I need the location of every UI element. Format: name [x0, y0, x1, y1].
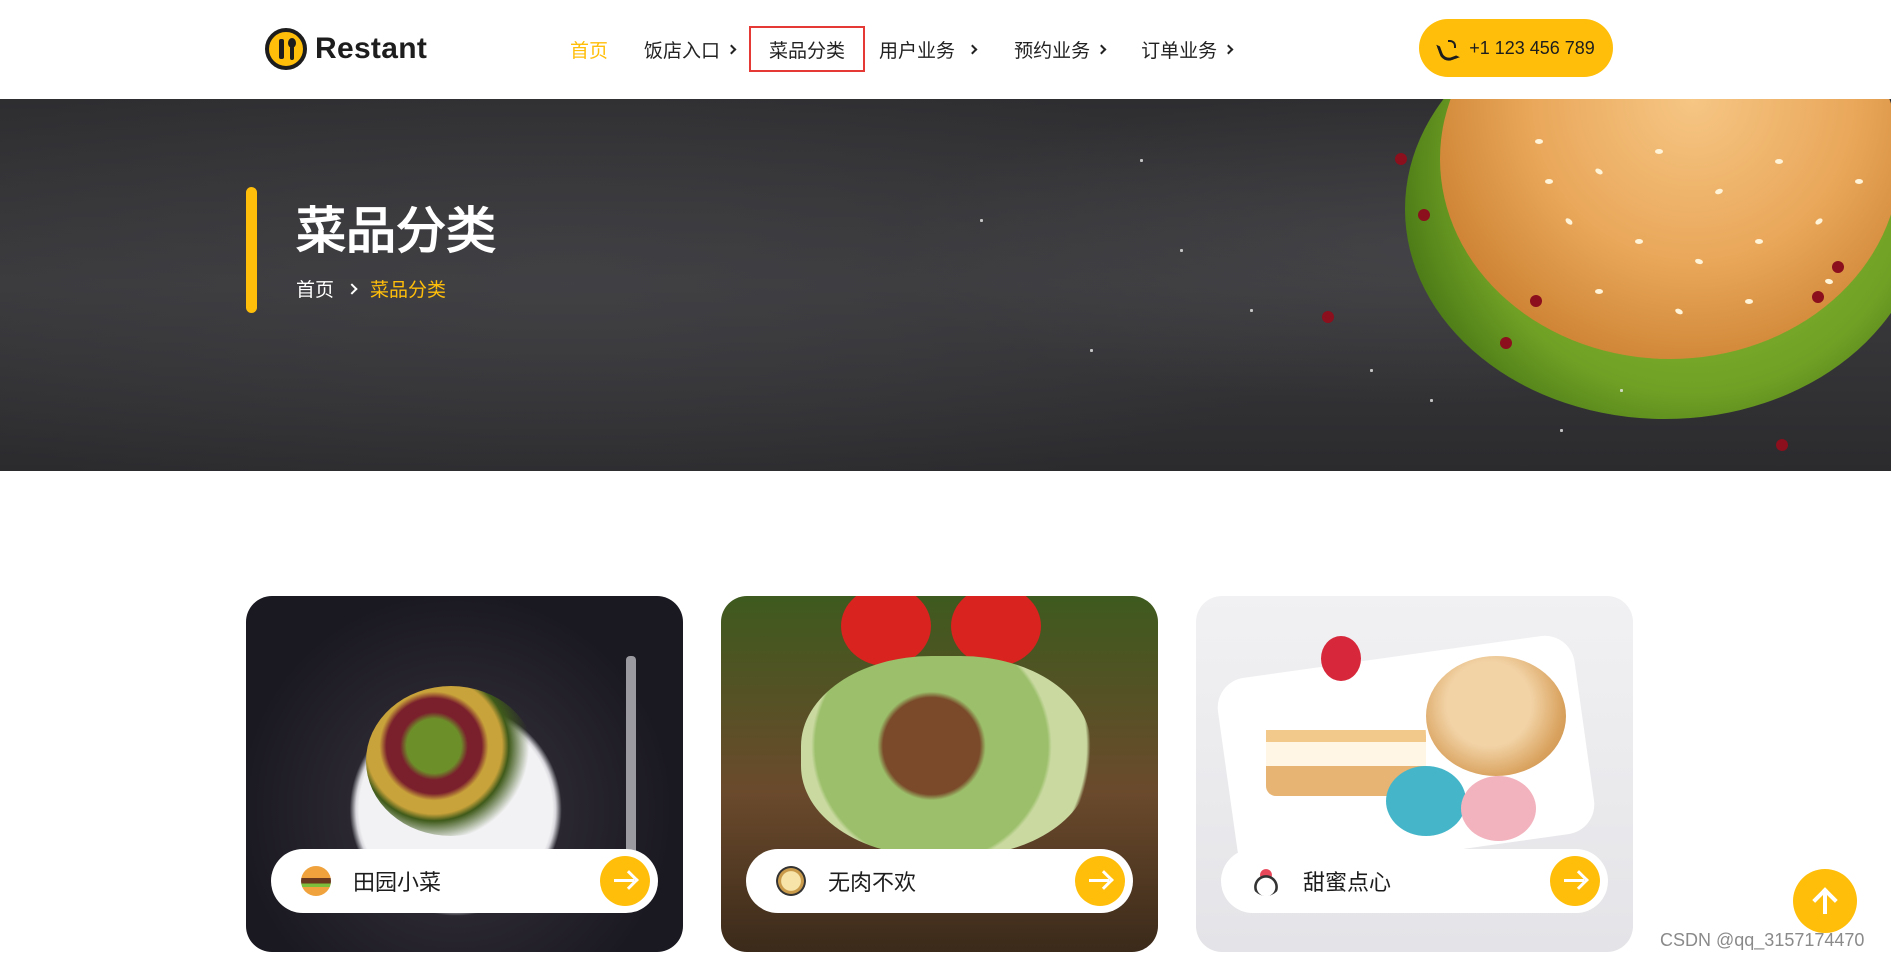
chevron-down-icon	[1223, 44, 1234, 54]
chevron-right-icon	[346, 282, 358, 295]
logo[interactable]: Restant	[265, 28, 427, 70]
scroll-to-top-button[interactable]	[1793, 869, 1857, 933]
watermark: CSDN @qq_3157174470	[1660, 930, 1865, 950]
pizza-icon	[776, 866, 806, 896]
page-title: 菜品分类	[296, 201, 496, 260]
nav-item-label: 用户业务	[879, 39, 956, 62]
arrow-right-icon[interactable]	[1075, 856, 1125, 906]
breadcrumb: 首页 菜品分类	[296, 275, 446, 302]
nav-item-order[interactable]: 订单业务	[1141, 28, 1234, 70]
chevron-down-icon	[967, 44, 978, 54]
burger-icon	[301, 866, 331, 896]
chevron-down-icon	[1096, 44, 1107, 54]
category-name: 无肉不欢	[828, 871, 917, 896]
nav-item-label: 饭店入口	[644, 39, 721, 62]
burger-image	[1395, 99, 1891, 439]
phone-icon	[1437, 38, 1457, 58]
arrow-right-icon[interactable]	[1550, 856, 1600, 906]
nav-item-reservation[interactable]: 预约业务	[1014, 28, 1107, 70]
phone-button[interactable]: +1 123 456 789	[1419, 19, 1613, 77]
phone-number: +1 123 456 789	[1469, 37, 1595, 58]
nav-item-user[interactable]: 用户业务	[879, 28, 978, 70]
nav-item-home[interactable]: 首页	[570, 28, 608, 70]
nav-item-dish-categories[interactable]: 菜品分类	[749, 26, 866, 72]
brand-name: Restant	[315, 32, 428, 65]
category-label: 无肉不欢	[746, 849, 1133, 913]
category-cards: 田园小菜 无肉不欢 甜蜜点心	[246, 596, 1633, 952]
category-label: 甜蜜点心	[1221, 849, 1608, 913]
category-name: 甜蜜点心	[1303, 871, 1392, 896]
category-card[interactable]: 田园小菜	[246, 596, 683, 952]
nav-item-restaurant[interactable]: 饭店入口	[644, 28, 737, 70]
category-card[interactable]: 甜蜜点心	[1196, 596, 1633, 952]
main-nav: 首页 饭店入口 菜品分类 用户业务 预约业务 订单业务	[570, 26, 1234, 72]
nav-item-label: 菜品分类	[769, 39, 846, 62]
nav-item-label: 订单业务	[1141, 39, 1218, 62]
cutlery-icon	[265, 28, 307, 70]
site-header: Restant 首页 饭店入口 菜品分类 用户业务 预约业务 订单业务 +1 1…	[0, 0, 1891, 99]
category-name: 田园小菜	[353, 871, 442, 896]
page-banner: 菜品分类 首页 菜品分类	[0, 99, 1891, 471]
nav-item-label: 预约业务	[1014, 39, 1091, 62]
breadcrumb-home-link[interactable]: 首页	[296, 275, 334, 302]
nav-item-label: 首页	[570, 39, 609, 62]
title-accent-bar	[246, 187, 257, 313]
category-card[interactable]: 无肉不欢	[721, 596, 1158, 952]
chevron-down-icon	[726, 44, 737, 54]
breadcrumb-current: 菜品分类	[370, 279, 447, 301]
dessert-icon	[1251, 866, 1281, 896]
arrow-right-icon[interactable]	[600, 856, 650, 906]
category-label: 田园小菜	[271, 849, 658, 913]
